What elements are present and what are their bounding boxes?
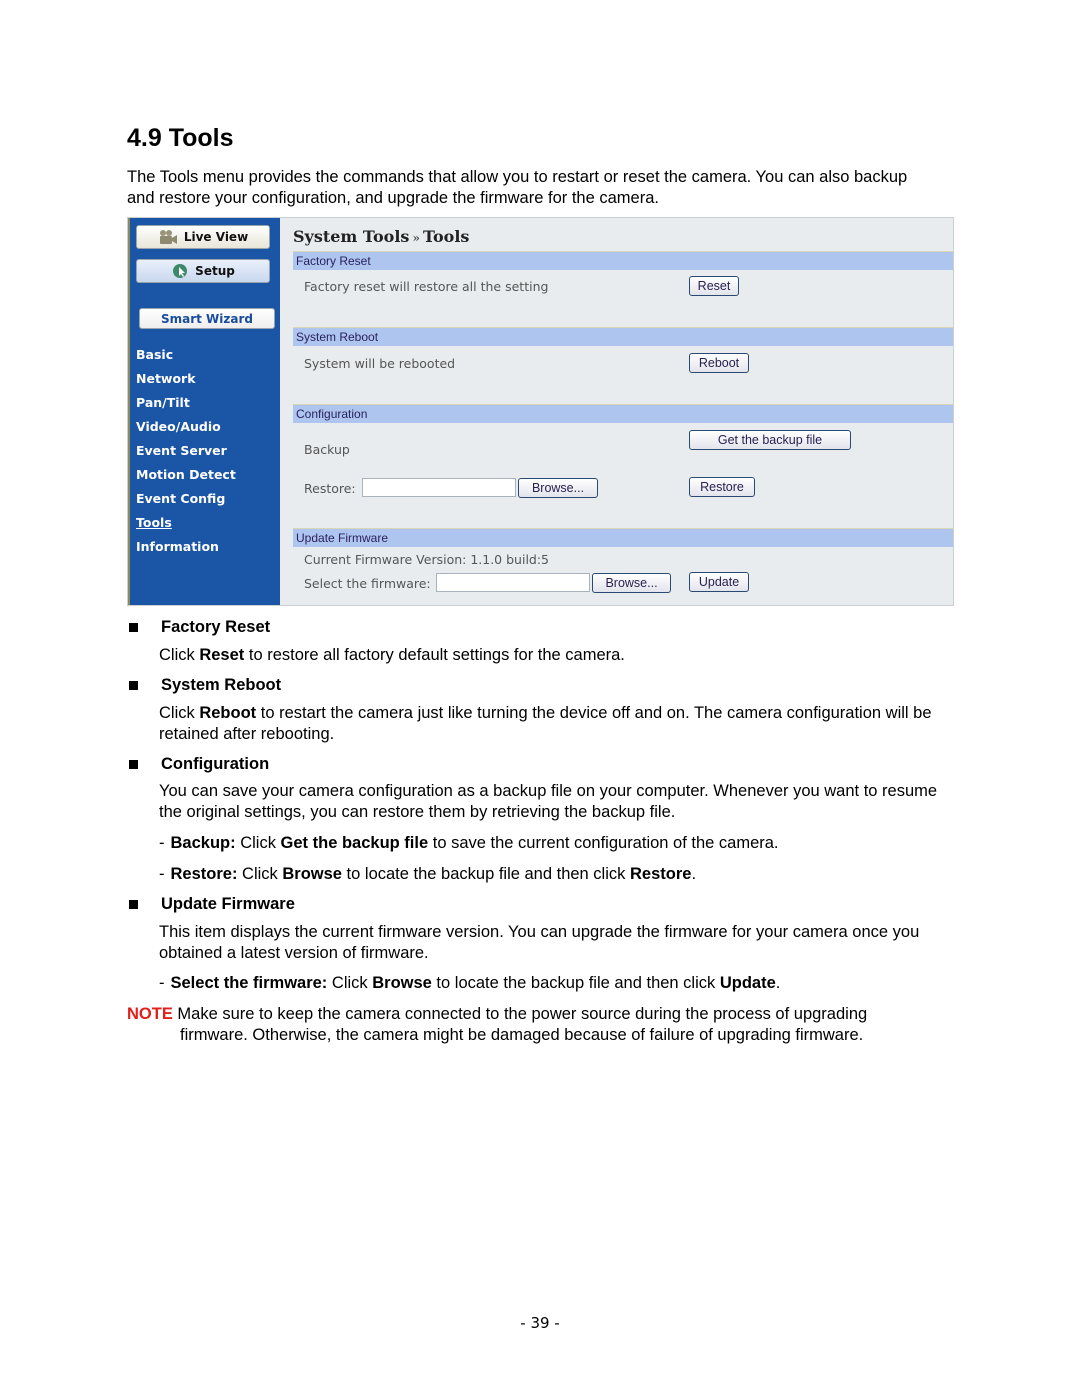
configuration-text: You can save your camera configuration a…	[159, 782, 938, 821]
breadcrumb-parent: System Tools	[293, 227, 410, 246]
page-title: System Tools» Tools	[293, 227, 469, 246]
update-firmware-heading: Update Firmware	[127, 894, 295, 915]
page-number: - 39 -	[520, 1314, 560, 1332]
factory-reset-description: Factory reset will restore all the setti…	[304, 279, 549, 294]
video-camera-icon	[158, 229, 178, 245]
reboot-button[interactable]: Reboot	[689, 353, 749, 373]
setup-cursor-icon	[171, 263, 189, 279]
update-firmware-text: This item displays the current firmware …	[159, 923, 920, 962]
firmware-version-text: Current Firmware Version: 1.1.0 build:5	[304, 552, 550, 567]
note-block: NOTE Make sure to keep the camera connec…	[127, 1004, 927, 1045]
note-label: NOTE	[127, 1005, 173, 1023]
sidebar-item-pan-tilt[interactable]: Pan/Tilt	[136, 394, 236, 418]
smart-wizard-button[interactable]: Smart Wizard	[139, 308, 275, 329]
select-firmware-label: Select the firmware:	[304, 576, 431, 591]
intro-paragraph: The Tools menu provides the commands tha…	[127, 168, 908, 207]
setup-button[interactable]: Setup	[136, 259, 270, 283]
factory-reset-text: Click Reset to restore all factory defau…	[159, 646, 625, 664]
sidebar-item-information[interactable]: Information	[136, 538, 236, 562]
factory-reset-header: Factory Reset	[293, 251, 953, 270]
sidebar-item-motion-detect[interactable]: Motion Detect	[136, 466, 236, 490]
reset-button[interactable]: Reset	[689, 276, 739, 296]
get-backup-file-button[interactable]: Get the backup file	[689, 430, 851, 450]
sidebar-item-video-audio[interactable]: Video/Audio	[136, 418, 236, 442]
system-reboot-description: System will be rebooted	[304, 356, 456, 371]
section-heading: 4.9 Tools	[127, 124, 234, 152]
restore-browse-button[interactable]: Browse...	[518, 478, 598, 498]
sidebar: Live View Setup Smart Wizard Basic Netwo…	[128, 218, 280, 605]
backup-instruction: - Backup: Click Get the backup file to sa…	[159, 834, 779, 852]
factory-reset-heading: Factory Reset	[127, 617, 270, 638]
sidebar-item-event-config[interactable]: Event Config	[136, 490, 236, 514]
note-line-1: Make sure to keep the camera connected t…	[172, 1005, 868, 1023]
restore-button[interactable]: Restore	[689, 477, 755, 497]
breadcrumb-current: Tools	[422, 227, 470, 246]
system-reboot-heading: System Reboot	[127, 675, 281, 696]
live-view-button[interactable]: Live View	[136, 225, 270, 249]
system-reboot-text: Click Reboot to restart the camera just …	[159, 704, 932, 743]
select-firmware-instruction: - Select the firmware: Click Browse to lo…	[159, 974, 781, 992]
bullet-square-icon	[129, 622, 138, 632]
breadcrumb-separator: »	[412, 231, 420, 245]
configuration-heading: Configuration	[127, 754, 269, 775]
restore-label: Restore:	[304, 481, 356, 496]
setup-label: Setup	[195, 264, 235, 278]
sidebar-item-network[interactable]: Network	[136, 370, 236, 394]
restore-file-input[interactable]	[362, 478, 516, 497]
bullet-square-icon	[129, 680, 138, 690]
sidebar-item-event-server[interactable]: Event Server	[136, 442, 236, 466]
note-line-2: firmware. Otherwise, the camera might be…	[180, 1025, 864, 1044]
firmware-file-input[interactable]	[436, 573, 590, 592]
system-reboot-header: System Reboot	[293, 327, 953, 346]
update-button[interactable]: Update	[689, 572, 749, 592]
tools-page-screenshot: Live View Setup Smart Wizard Basic Netwo…	[127, 217, 954, 606]
update-firmware-header: Update Firmware	[293, 528, 953, 547]
main-content: System Tools» Tools Factory Reset Factory…	[280, 218, 953, 605]
sidebar-item-basic[interactable]: Basic	[136, 346, 236, 370]
restore-instruction: - Restore: Click Browse to locate the bac…	[159, 865, 697, 883]
bullet-square-icon	[129, 759, 138, 769]
backup-label: Backup	[304, 442, 350, 457]
live-view-label: Live View	[183, 230, 249, 244]
sidebar-menu: Basic Network Pan/Tilt Video/Audio Event…	[136, 346, 236, 562]
sidebar-item-tools[interactable]: Tools	[136, 514, 236, 538]
bullet-square-icon	[129, 899, 138, 909]
configuration-header: Configuration	[293, 404, 953, 423]
firmware-browse-button[interactable]: Browse...	[592, 573, 671, 593]
